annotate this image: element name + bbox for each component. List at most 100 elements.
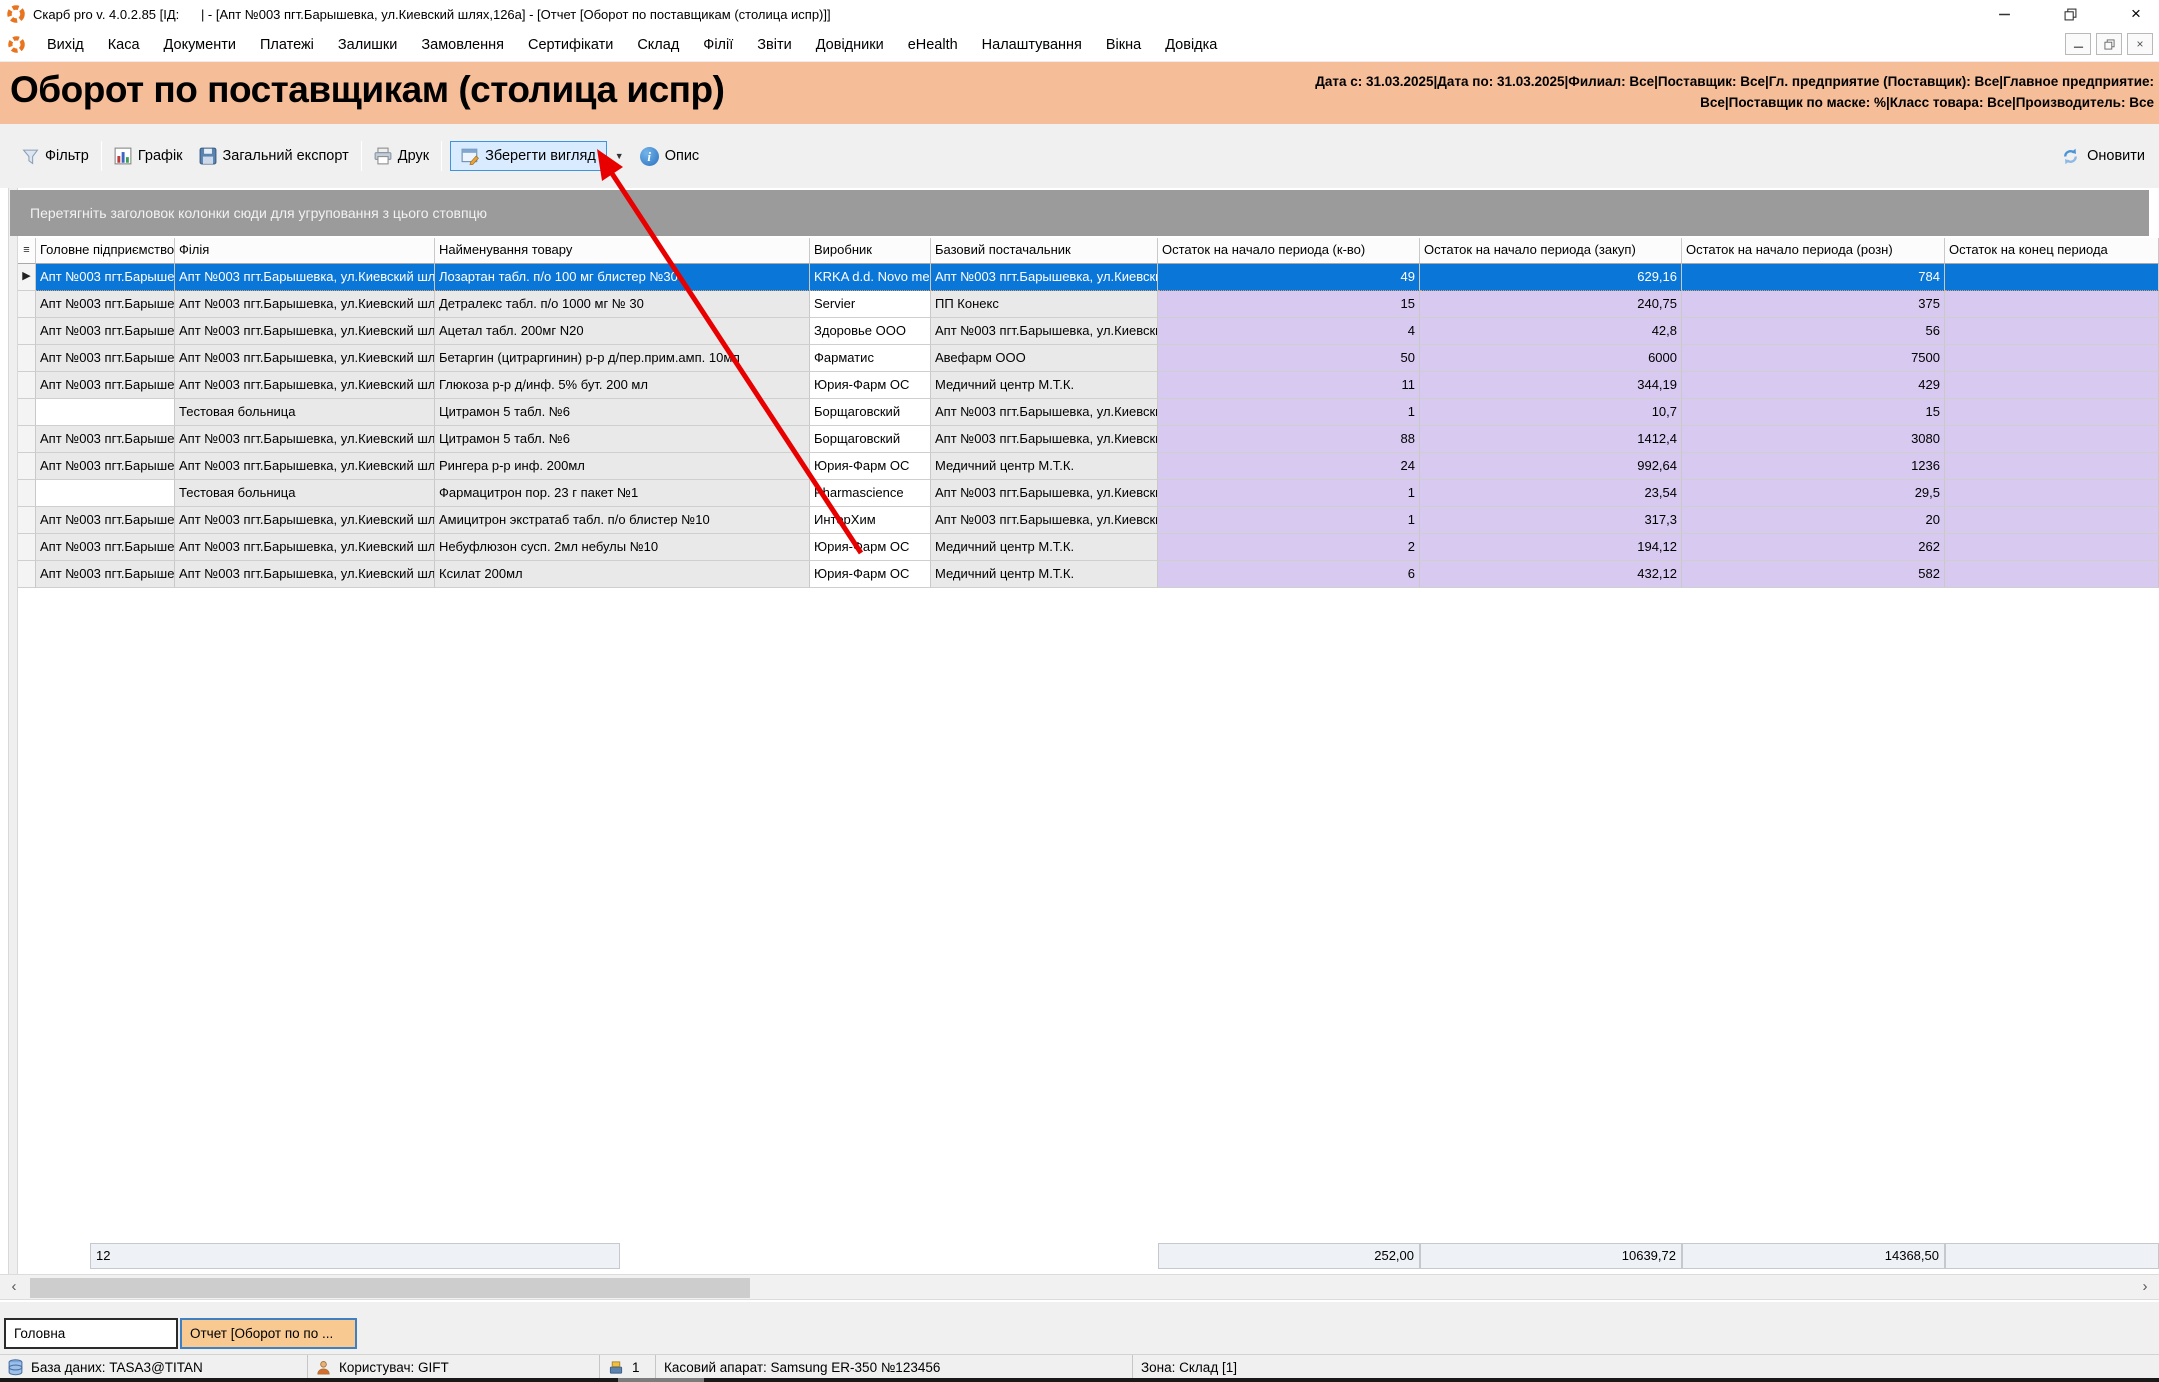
cell-end_period[interactable] — [1945, 480, 2159, 507]
cell-purchase_begin[interactable]: 23,54 — [1420, 480, 1682, 507]
cell-manufacturer[interactable]: Pharmascience — [810, 480, 931, 507]
cell-product[interactable]: Фармацитрон пор. 23 г пакет №1 — [435, 480, 810, 507]
cell-ind[interactable] — [18, 399, 36, 426]
cell-branch[interactable]: Апт №003 пгт.Барышевка, ул.Киевский шлях… — [175, 453, 435, 480]
cell-supplier[interactable]: Апт №003 пгт.Барышевка, ул.Киевский — [931, 507, 1158, 534]
column-header-supplier[interactable]: Базовий постачальник — [931, 238, 1158, 264]
cell-retail_begin[interactable]: 3080 — [1682, 426, 1945, 453]
cell-ind[interactable] — [18, 561, 36, 588]
cell-product[interactable]: Небуфлюзон сусп. 2мл небулы №10 — [435, 534, 810, 561]
restore-button[interactable] — [2047, 0, 2093, 28]
cell-branch[interactable]: Тестовая больница — [175, 399, 435, 426]
cell-purchase_begin[interactable]: 1412,4 — [1420, 426, 1682, 453]
column-header-main[interactable]: Головне підприємство — [36, 238, 175, 264]
cell-ind[interactable] — [18, 453, 36, 480]
cell-ind[interactable] — [18, 480, 36, 507]
cell-branch[interactable]: Апт №003 пгт.Барышевка, ул.Киевский шлях… — [175, 345, 435, 372]
cell-ind[interactable] — [18, 345, 36, 372]
cell-manufacturer[interactable]: KRKA d.d. Novo mesto — [810, 264, 931, 291]
cell-manufacturer[interactable]: ИнтерХим — [810, 507, 931, 534]
cell-qty_begin[interactable]: 50 — [1158, 345, 1420, 372]
cell-branch[interactable]: Апт №003 пгт.Барышевка, ул.Киевский шлях… — [175, 264, 435, 291]
cell-supplier[interactable]: Апт №003 пгт.Барышевка, ул.Киевский — [931, 480, 1158, 507]
cell-main[interactable]: Апт №003 пгт.Барышевка — [36, 372, 175, 399]
table-row[interactable]: Апт №003 пгт.БарышевкаАпт №003 пгт.Барыш… — [18, 453, 2159, 480]
menu-item-10[interactable]: Звіти — [745, 32, 803, 58]
column-header-manufacturer[interactable]: Виробник — [810, 238, 931, 264]
cell-manufacturer[interactable]: Юрия-Фарм ОС — [810, 534, 931, 561]
cell-end_period[interactable] — [1945, 399, 2159, 426]
menu-item-6[interactable]: Замовлення — [409, 32, 516, 58]
cell-purchase_begin[interactable]: 344,19 — [1420, 372, 1682, 399]
cell-purchase_begin[interactable]: 317,3 — [1420, 507, 1682, 534]
cell-product[interactable]: Глюкоза р-р д/инф. 5% бут. 200 мл — [435, 372, 810, 399]
cell-main[interactable]: Апт №003 пгт.Барышевка — [36, 264, 175, 291]
column-header-retail_begin[interactable]: Остаток на начало периода (розн) — [1682, 238, 1945, 264]
cell-retail_begin[interactable]: 262 — [1682, 534, 1945, 561]
tab-home[interactable]: Головна — [4, 1318, 178, 1349]
minimize-button[interactable] — [1981, 0, 2027, 28]
cell-qty_begin[interactable]: 1 — [1158, 480, 1420, 507]
cell-end_period[interactable] — [1945, 345, 2159, 372]
cell-retail_begin[interactable]: 56 — [1682, 318, 1945, 345]
table-row[interactable]: Тестовая больницаФармацитрон пор. 23 г п… — [18, 480, 2159, 507]
cell-product[interactable]: Лозартан табл. п/о 100 мг блистер №30 — [435, 264, 810, 291]
export-button[interactable]: Загальний експорт — [191, 142, 357, 170]
cell-ind[interactable] — [18, 426, 36, 453]
cell-ind[interactable]: ▶ — [18, 264, 36, 291]
cell-branch[interactable]: Апт №003 пгт.Барышевка, ул.Киевский шлях… — [175, 534, 435, 561]
cell-supplier[interactable]: Апт №003 пгт.Барышевка, ул.Киевский — [931, 318, 1158, 345]
cell-retail_begin[interactable]: 29,5 — [1682, 480, 1945, 507]
cell-main[interactable]: Апт №003 пгт.Барышевка — [36, 534, 175, 561]
cell-manufacturer[interactable]: Servier — [810, 291, 931, 318]
table-row[interactable]: Апт №003 пгт.БарышевкаАпт №003 пгт.Барыш… — [18, 534, 2159, 561]
table-row[interactable]: Апт №003 пгт.БарышевкаАпт №003 пгт.Барыш… — [18, 291, 2159, 318]
group-by-panel[interactable]: Перетягніть заголовок колонки сюди для у… — [10, 190, 2149, 236]
grid-corner-menu[interactable]: ≡ — [18, 238, 36, 264]
cell-retail_begin[interactable]: 429 — [1682, 372, 1945, 399]
mdi-close-button[interactable]: × — [2127, 33, 2153, 55]
cell-end_period[interactable] — [1945, 534, 2159, 561]
table-row[interactable]: Апт №003 пгт.БарышевкаАпт №003 пгт.Барыш… — [18, 426, 2159, 453]
cell-main[interactable]: Апт №003 пгт.Барышевка — [36, 561, 175, 588]
cell-qty_begin[interactable]: 1 — [1158, 507, 1420, 534]
save-view-button[interactable]: Зберегти вигляд — [450, 141, 607, 171]
filter-button[interactable]: Фільтр — [14, 143, 97, 170]
horizontal-scrollbar[interactable]: ‹ › — [0, 1274, 2159, 1300]
mdi-minimize-button[interactable] — [2065, 33, 2091, 55]
cell-manufacturer[interactable]: Борщаговский — [810, 399, 931, 426]
menu-item-7[interactable]: Сертифікати — [516, 32, 625, 58]
cell-main[interactable]: Апт №003 пгт.Барышевка — [36, 453, 175, 480]
table-row[interactable]: Тестовая больницаЦитрамон 5 табл. №6Борщ… — [18, 399, 2159, 426]
scrollbar-thumb[interactable] — [30, 1278, 750, 1298]
table-row[interactable]: ▶Апт №003 пгт.БарышевкаАпт №003 пгт.Бары… — [18, 264, 2159, 291]
column-header-end_period[interactable]: Остаток на конец периода — [1945, 238, 2159, 264]
cell-retail_begin[interactable]: 784 — [1682, 264, 1945, 291]
cell-branch[interactable]: Апт №003 пгт.Барышевка, ул.Киевский шлях… — [175, 507, 435, 534]
cell-end_period[interactable] — [1945, 453, 2159, 480]
cell-qty_begin[interactable]: 88 — [1158, 426, 1420, 453]
cell-purchase_begin[interactable]: 42,8 — [1420, 318, 1682, 345]
menu-item-9[interactable]: Філії — [691, 32, 745, 58]
menu-item-13[interactable]: Налаштування — [970, 32, 1094, 58]
cell-supplier[interactable]: Авефарм ООО — [931, 345, 1158, 372]
cell-product[interactable]: Рингера р-р инф. 200мл — [435, 453, 810, 480]
table-row[interactable]: Апт №003 пгт.БарышевкаАпт №003 пгт.Барыш… — [18, 507, 2159, 534]
cell-retail_begin[interactable]: 20 — [1682, 507, 1945, 534]
table-row[interactable]: Апт №003 пгт.БарышевкаАпт №003 пгт.Барыш… — [18, 372, 2159, 399]
cell-end_period[interactable] — [1945, 426, 2159, 453]
cell-branch[interactable]: Апт №003 пгт.Барышевка, ул.Киевский шлях… — [175, 561, 435, 588]
cell-branch[interactable]: Апт №003 пгт.Барышевка, ул.Киевский шлях… — [175, 372, 435, 399]
cell-product[interactable]: Ацетал табл. 200мг N20 — [435, 318, 810, 345]
cell-qty_begin[interactable]: 49 — [1158, 264, 1420, 291]
menu-item-4[interactable]: Платежі — [248, 32, 326, 58]
cell-main[interactable]: Апт №003 пгт.Барышевка — [36, 426, 175, 453]
cell-purchase_begin[interactable]: 194,12 — [1420, 534, 1682, 561]
cell-main[interactable]: Апт №003 пгт.Барышевка — [36, 291, 175, 318]
refresh-button[interactable]: Оновити — [2061, 124, 2145, 188]
close-button[interactable]: × — [2113, 0, 2159, 28]
menu-item-14[interactable]: Вікна — [1094, 32, 1153, 58]
menu-item-2[interactable]: Каса — [96, 32, 152, 58]
cell-product[interactable]: Бетаргин (цитраргинин) р-р д/пер.прим.ам… — [435, 345, 810, 372]
menu-item-3[interactable]: Документи — [152, 32, 248, 58]
